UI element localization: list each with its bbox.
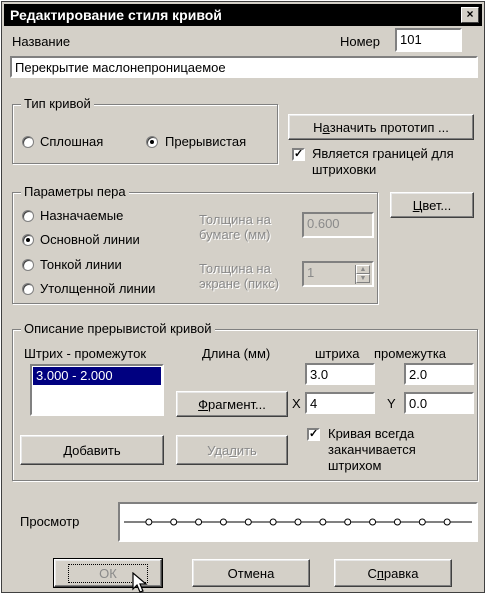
- delete-label-pre: Уда: [207, 442, 230, 458]
- color-label-rest: вет...: [422, 197, 452, 213]
- number-input[interactable]: 101: [395, 28, 462, 52]
- preview-box: [118, 502, 478, 542]
- pen-params-title: Параметры пера: [21, 184, 129, 199]
- y-label: Y: [387, 396, 396, 411]
- preview-gap-marker: [195, 518, 203, 526]
- length-header: Длина (мм): [202, 346, 271, 361]
- cancel-button[interactable]: Отмена: [192, 559, 310, 587]
- preview-gap-marker: [145, 518, 153, 526]
- help-mnemonic: п: [376, 565, 384, 581]
- assign-prototype-mnemonic: а: [322, 119, 330, 135]
- ends-with-dash-label-2: заканчивается: [328, 442, 416, 457]
- preview-gap-marker: [244, 518, 252, 526]
- radio-icon[interactable]: [22, 234, 34, 246]
- gap-length-input[interactable]: 2.0: [404, 363, 474, 385]
- close-button[interactable]: ×: [461, 7, 479, 23]
- delete-mnemonic: л: [229, 442, 237, 458]
- y-offset-input[interactable]: 0.0: [404, 392, 474, 414]
- screen-thickness-value: 1: [307, 265, 315, 280]
- solid-option-label[interactable]: Сплошная: [40, 134, 103, 149]
- number-label: Номер: [340, 34, 381, 49]
- dash-header: штриха: [315, 346, 360, 361]
- screen-thickness-label-1: Толщина на: [199, 261, 271, 276]
- checkmark-icon[interactable]: ✓: [292, 148, 305, 161]
- name-label: Название: [12, 34, 71, 49]
- fragment-mnemonic: Ф: [198, 396, 208, 412]
- title-bar: Редактирование стиля кривой ×: [4, 4, 482, 26]
- pen-option-thin[interactable]: Тонкой линии: [40, 257, 122, 272]
- preview-gap-marker: [170, 518, 178, 526]
- spinner-arrows[interactable]: ▲ ▼: [355, 265, 370, 284]
- assign-prototype-button[interactable]: На значить прототип ...: [288, 114, 474, 140]
- radio-icon[interactable]: [22, 210, 34, 222]
- hatch-border-label-2: штриховки: [312, 162, 377, 177]
- preview-gap-marker: [443, 518, 451, 526]
- dashed-line-preview: [124, 518, 472, 526]
- assign-prototype-label-rest: значить прототип ...: [329, 119, 449, 135]
- ends-with-dash-label-1: Кривая всегда: [328, 426, 415, 441]
- paper-thickness-input[interactable]: 0.600: [302, 212, 374, 238]
- ends-with-dash-label-3: штрихом: [328, 458, 382, 473]
- preview-gap-marker: [319, 518, 327, 526]
- checkmark-icon[interactable]: ✓: [307, 428, 320, 441]
- cancel-label: Отмена: [227, 565, 275, 581]
- radio-icon[interactable]: [146, 136, 158, 148]
- dashed-option-label[interactable]: Прерывистая: [165, 134, 246, 149]
- pen-option-thick[interactable]: Утолщенной линии: [40, 281, 155, 296]
- help-label-pre: С: [367, 565, 377, 581]
- list-header: Штрих - промежуток: [24, 346, 147, 361]
- radio-icon[interactable]: [22, 259, 34, 271]
- dialog-window: Редактирование стиля кривой × Название Н…: [1, 1, 485, 593]
- preview-gap-marker: [294, 518, 302, 526]
- dash-gap-list[interactable]: 3.000 - 2.000: [30, 364, 164, 416]
- screen-thickness-label-2: экране (пикс): [199, 276, 280, 291]
- paper-thickness-label-1: Толщина на: [199, 212, 271, 227]
- delete-button[interactable]: Уда л ить: [176, 435, 288, 465]
- add-mnemonic: Д: [63, 442, 73, 458]
- preview-label: Просмотр: [20, 514, 80, 529]
- spin-up-icon[interactable]: ▲: [356, 265, 370, 274]
- add-label-rest: обавить: [72, 442, 121, 458]
- help-label-rest: равка: [383, 565, 419, 581]
- assign-prototype-label-prefix: Н: [313, 119, 323, 135]
- radio-icon[interactable]: [22, 136, 34, 148]
- help-button[interactable]: Сп равка: [334, 559, 452, 587]
- dash-length-input[interactable]: 3.0: [305, 363, 375, 385]
- name-input[interactable]: Перекрытие маслонепроницаемое: [10, 56, 478, 78]
- add-button[interactable]: Добавить: [20, 435, 164, 465]
- gap-header: промежутка: [374, 346, 447, 361]
- window-title: Редактирование стиля кривой: [10, 7, 222, 23]
- color-button[interactable]: Цвет...: [390, 192, 474, 218]
- mouse-pointer-icon: [132, 572, 148, 593]
- fragment-label-rest: рагмент...: [207, 396, 266, 412]
- preview-gap-marker: [219, 518, 227, 526]
- preview-gap-marker: [269, 518, 277, 526]
- preview-gap-marker: [418, 518, 426, 526]
- delete-label-rest: ить: [236, 442, 257, 458]
- fragment-button[interactable]: Фрагмент...: [176, 391, 288, 417]
- screen-thickness-spinner[interactable]: 1 ▲ ▼: [302, 261, 374, 287]
- preview-gap-marker: [369, 518, 377, 526]
- preview-gap-marker: [393, 518, 401, 526]
- x-label: X: [292, 396, 301, 411]
- spin-down-icon[interactable]: ▼: [356, 274, 370, 283]
- list-item[interactable]: 3.000 - 2.000: [33, 367, 161, 385]
- pen-option-main[interactable]: Основной линии: [40, 232, 140, 247]
- hatch-border-label-1: Является границей для: [312, 146, 454, 161]
- paper-thickness-label-2: бумаге (мм): [199, 227, 271, 242]
- pen-option-assigned[interactable]: Назначаемые: [40, 208, 123, 223]
- radio-icon[interactable]: [22, 283, 34, 295]
- color-mnemonic: Ц: [412, 197, 423, 213]
- dash-desc-title: Описание прерывистой кривой: [21, 321, 215, 336]
- curve-type-title: Тип кривой: [21, 96, 94, 111]
- x-offset-input[interactable]: 4: [305, 392, 375, 414]
- preview-gap-marker: [344, 518, 352, 526]
